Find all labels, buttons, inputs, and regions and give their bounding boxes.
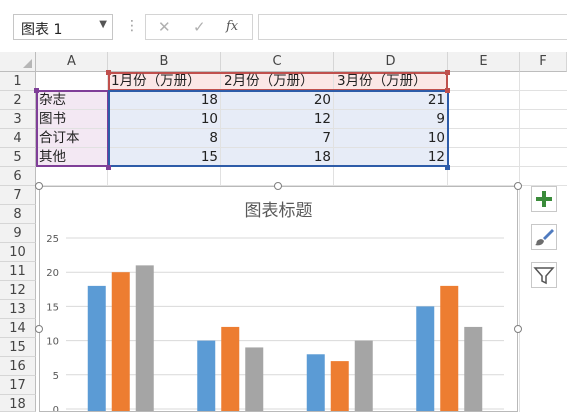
bar[interactable]: [354, 340, 373, 411]
column-header-a[interactable]: A: [36, 52, 108, 72]
cell-c1[interactable]: 2月份（万册）: [221, 72, 334, 91]
cell-a2[interactable]: 杂志: [36, 91, 108, 110]
row-header[interactable]: 1: [0, 72, 36, 91]
row-header[interactable]: 18: [0, 395, 36, 412]
bar[interactable]: [306, 354, 325, 411]
bar[interactable]: [330, 361, 349, 411]
chart-styles-button[interactable]: [531, 224, 557, 250]
y-tick-label: 0: [53, 405, 59, 411]
row-header[interactable]: 2: [0, 91, 36, 110]
cell-b4[interactable]: 8: [108, 129, 221, 148]
row-header[interactable]: 16: [0, 357, 36, 376]
cell-c5[interactable]: 18: [221, 148, 334, 167]
row-header[interactable]: 5: [0, 148, 36, 167]
row-header[interactable]: 17: [0, 376, 36, 395]
row-header[interactable]: 15: [0, 338, 36, 357]
y-tick-label: 15: [46, 302, 59, 313]
cell-d1[interactable]: 3月份（万册）: [334, 72, 448, 91]
bar[interactable]: [245, 347, 264, 411]
row-header[interactable]: 12: [0, 281, 36, 300]
bar[interactable]: [221, 326, 240, 411]
cell-a5[interactable]: 其他: [36, 148, 108, 167]
select-all-corner[interactable]: [0, 52, 36, 72]
plus-icon: [536, 191, 552, 207]
paintbrush-icon: [535, 229, 554, 246]
row-header[interactable]: 13: [0, 300, 36, 319]
bar[interactable]: [87, 285, 106, 411]
cell-a3[interactable]: 图书: [36, 110, 108, 129]
column-header-b[interactable]: B: [108, 52, 221, 72]
row-header[interactable]: 10: [0, 243, 36, 262]
cell-d3[interactable]: 9: [334, 110, 448, 129]
bar[interactable]: [440, 285, 459, 411]
cell-b1[interactable]: 1月份（万册）: [108, 72, 221, 91]
formula-buttons: ✕ ✓ fx: [145, 14, 253, 40]
column-header-e[interactable]: E: [448, 52, 520, 72]
insert-function-icon[interactable]: fx: [226, 19, 238, 34]
cell-b3[interactable]: 10: [108, 110, 221, 129]
column-header-d[interactable]: D: [334, 52, 448, 72]
y-tick-label: 25: [46, 234, 59, 245]
bar[interactable]: [111, 272, 130, 411]
resize-handle[interactable]: [274, 182, 282, 190]
cancel-icon[interactable]: ✕: [158, 18, 171, 36]
column-header-f[interactable]: F: [520, 52, 567, 72]
funnel-icon: [533, 267, 555, 285]
chart-filters-button[interactable]: [531, 262, 557, 288]
row-header[interactable]: 14: [0, 319, 36, 338]
column-header-c[interactable]: C: [221, 52, 334, 72]
cell-d2[interactable]: 21: [334, 91, 448, 110]
resize-handle[interactable]: [514, 325, 522, 333]
bar[interactable]: [197, 340, 216, 411]
chevron-down-icon[interactable]: ▼: [99, 19, 107, 30]
bar[interactable]: [464, 326, 483, 411]
row-header[interactable]: 8: [0, 205, 36, 224]
bar[interactable]: [135, 265, 154, 411]
cell-b5[interactable]: 15: [108, 148, 221, 167]
y-tick-label: 20: [46, 268, 59, 279]
check-icon[interactable]: ✓: [193, 18, 206, 36]
name-box-value: 图表 1: [21, 22, 63, 38]
bar[interactable]: [416, 306, 435, 411]
cell-a4[interactable]: 合订本: [36, 129, 108, 148]
more-options-icon[interactable]: ⋮: [125, 18, 139, 34]
row-header[interactable]: 3: [0, 110, 36, 129]
cell-c3[interactable]: 12: [221, 110, 334, 129]
cell-b2[interactable]: 18: [108, 91, 221, 110]
chart-elements-button[interactable]: [531, 186, 557, 212]
formula-input[interactable]: [258, 14, 567, 40]
resize-handle[interactable]: [35, 325, 43, 333]
row-header[interactable]: 4: [0, 129, 36, 148]
cell-d5[interactable]: 12: [334, 148, 448, 167]
y-tick-label: 5: [53, 371, 59, 382]
resize-handle[interactable]: [514, 182, 522, 190]
cell-c4[interactable]: 7: [221, 129, 334, 148]
row-header[interactable]: 6: [0, 167, 36, 186]
row-header[interactable]: 11: [0, 262, 36, 281]
row-header[interactable]: 9: [0, 224, 36, 243]
embedded-chart[interactable]: 图表标题 0 5 10 15 20 25: [39, 186, 518, 412]
plot-area[interactable]: 0 5 10 15 20 25: [40, 187, 517, 411]
row-header[interactable]: 7: [0, 186, 36, 205]
y-tick-label: 10: [46, 337, 59, 348]
cell-c2[interactable]: 20: [221, 91, 334, 110]
resize-handle[interactable]: [35, 182, 43, 190]
cell-d4[interactable]: 10: [334, 129, 448, 148]
name-box[interactable]: 图表 1 ▼: [13, 14, 113, 40]
formula-bar: 图表 1 ▼ ⋮ ✕ ✓ fx: [0, 0, 567, 52]
